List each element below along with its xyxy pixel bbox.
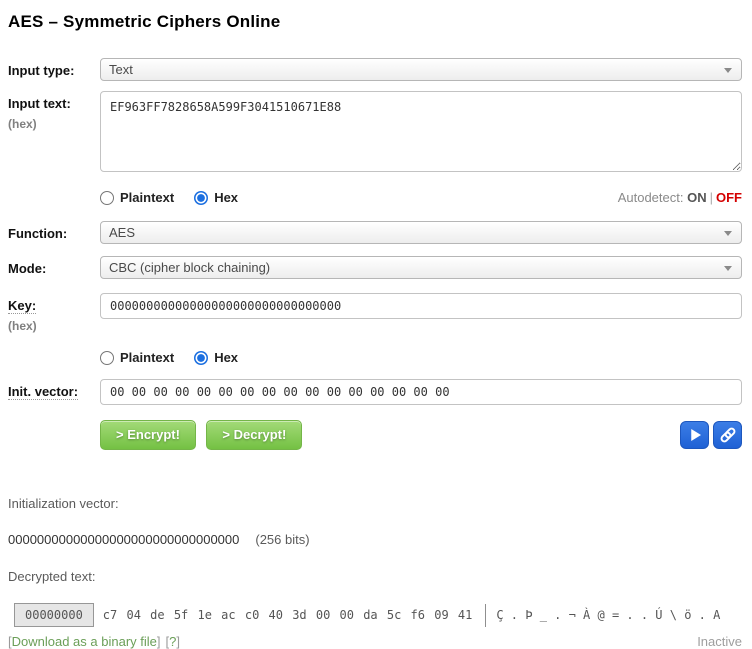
input-text-sublabel: (hex)	[8, 117, 100, 131]
function-value: AES	[109, 225, 135, 240]
key-hex-radio-label[interactable]: Hex	[214, 350, 238, 365]
output-section: Initialization vector: 00000000000000000…	[8, 496, 742, 649]
init-vector-input[interactable]	[100, 379, 742, 405]
input-type-value: Text	[109, 62, 133, 77]
autodetect-on-link[interactable]: ON	[687, 190, 707, 205]
key-row: Key: (hex)	[8, 293, 742, 333]
key-format-row: Plaintext Hex	[100, 350, 742, 365]
play-icon	[686, 426, 704, 444]
key-input[interactable]	[100, 293, 742, 319]
chevron-down-icon	[724, 68, 732, 73]
autodetect-label: Autodetect:	[618, 190, 684, 205]
input-type-row: Input type: Text	[8, 58, 742, 81]
input-text-row: Input text: (hex) EF963FF7828658A599F304…	[8, 91, 742, 172]
input-type-select[interactable]: Text	[100, 58, 742, 81]
init-vector-label: Init. vector:	[8, 384, 78, 400]
function-row: Function: AES	[8, 221, 742, 244]
key-label: Key:	[8, 298, 36, 314]
download-links: [Download as a binary file][?]	[8, 634, 180, 649]
mode-label: Mode:	[8, 261, 46, 276]
autodetect: Autodetect: ON|OFF	[618, 190, 742, 205]
hexdump-row: 00000000 c7 04 de 5f 1e ac c0 40 3d 00 0…	[14, 603, 742, 627]
plaintext-radio-label[interactable]: Plaintext	[120, 190, 174, 205]
input-text-label: Input text:	[8, 96, 71, 111]
download-binary-link[interactable]: Download as a binary file	[12, 634, 157, 649]
run-button[interactable]	[680, 421, 709, 449]
iv-output-label: Initialization vector:	[8, 496, 742, 511]
permalink-button[interactable]	[713, 421, 742, 449]
key-sublabel: (hex)	[8, 319, 100, 333]
key-plaintext-radio-label[interactable]: Plaintext	[120, 350, 174, 365]
decrypt-button[interactable]: > Decrypt!	[206, 420, 302, 450]
decrypted-text-label: Decrypted text:	[8, 569, 742, 584]
chevron-down-icon	[724, 231, 732, 236]
input-format-row: Plaintext Hex Autodetect: ON|OFF	[100, 190, 742, 205]
actions-row: > Encrypt! > Decrypt!	[100, 420, 742, 450]
mode-select[interactable]: CBC (cipher block chaining)	[100, 256, 742, 279]
iv-output-value: 00000000000000000000000000000000	[8, 532, 239, 547]
hexdump-bytes: c7 04 de 5f 1e ac c0 40 3d 00 00 da 5c f…	[103, 608, 473, 622]
status-inactive: Inactive	[697, 634, 742, 649]
page: AES – Symmetric Ciphers Online Input typ…	[0, 0, 752, 649]
hexdump-ascii: Ç . Þ _ . ¬ À @ = . . Ú \ ö . A	[496, 608, 720, 622]
encrypt-button[interactable]: > Encrypt!	[100, 420, 196, 450]
autodetect-off-link[interactable]: OFF	[716, 190, 742, 205]
hex-radio[interactable]	[194, 191, 208, 205]
chevron-down-icon	[724, 266, 732, 271]
mode-row: Mode: CBC (cipher block chaining)	[8, 256, 742, 279]
hexdump-divider	[485, 604, 486, 627]
key-plaintext-radio[interactable]	[100, 351, 114, 365]
function-label: Function:	[8, 226, 67, 241]
iv-output-line: 00000000000000000000000000000000 (256 bit…	[8, 532, 742, 547]
function-select[interactable]: AES	[100, 221, 742, 244]
hex-radio-label[interactable]: Hex	[214, 190, 238, 205]
hexdump-offset: 00000000	[14, 603, 94, 627]
key-hex-radio[interactable]	[194, 351, 208, 365]
mode-value: CBC (cipher block chaining)	[109, 260, 270, 275]
init-vector-row: Init. vector:	[8, 379, 742, 405]
iv-output-bits: (256 bits)	[255, 532, 309, 547]
bottom-line: [Download as a binary file][?] Inactive	[8, 634, 742, 649]
chain-link-icon	[718, 425, 738, 445]
input-type-label: Input type:	[8, 63, 74, 78]
plaintext-radio[interactable]	[100, 191, 114, 205]
bracket: ]	[157, 634, 161, 649]
bracket: ]	[176, 634, 180, 649]
input-text-area[interactable]: EF963FF7828658A599F3041510671E88	[100, 91, 742, 172]
page-title: AES – Symmetric Ciphers Online	[8, 12, 742, 32]
autodetect-divider: |	[710, 190, 713, 205]
